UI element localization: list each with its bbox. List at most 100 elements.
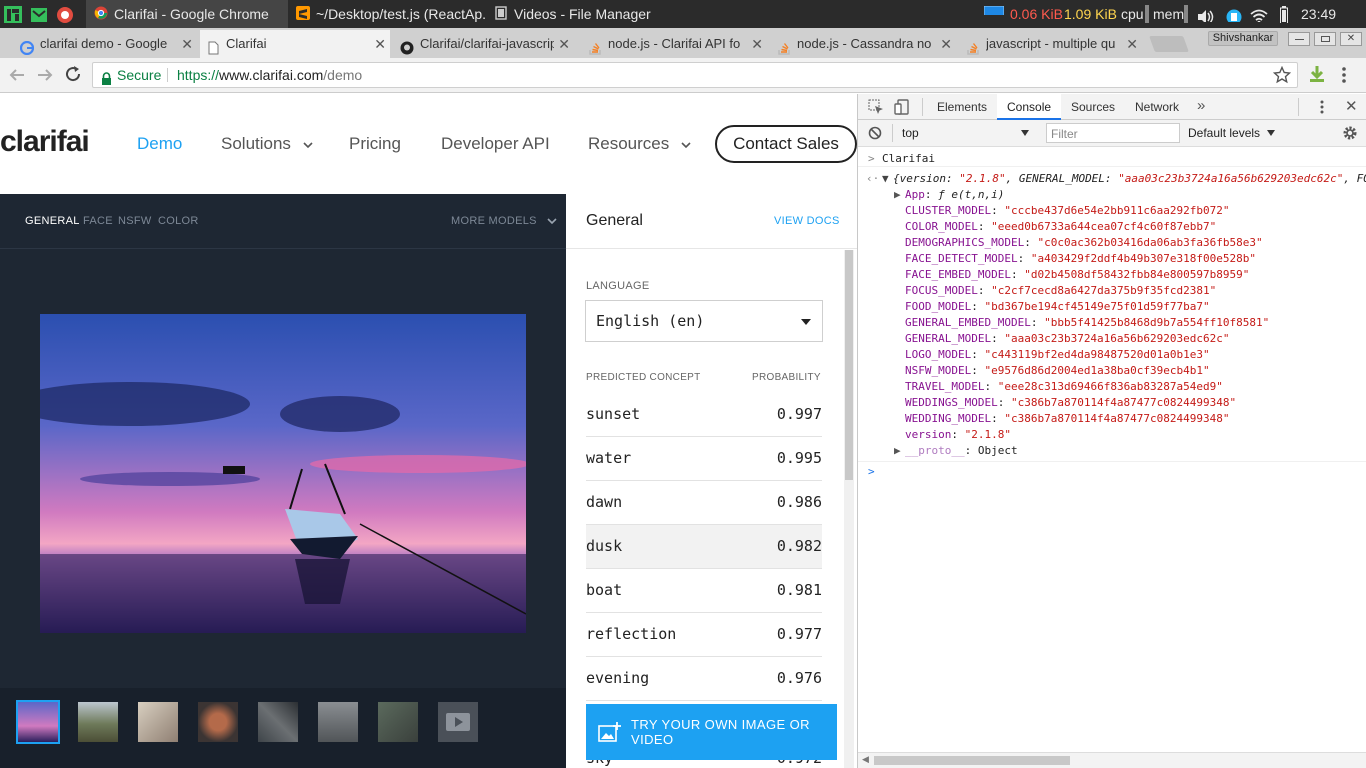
model-tab-color[interactable]: COLOR bbox=[158, 215, 199, 227]
device-toolbar-icon[interactable] bbox=[894, 99, 910, 118]
battery-icon[interactable] bbox=[1280, 5, 1288, 23]
prop-key: FACE_EMBED_MODEL bbox=[905, 268, 1011, 281]
tab-clarifai-github[interactable]: Clarifai/clarifai-javascrip ✕ bbox=[394, 30, 574, 58]
omnibox[interactable]: Secure https://www.clarifai.com/demo bbox=[92, 62, 1298, 88]
thumbnail-aerial[interactable] bbox=[378, 702, 418, 742]
devtools-tab-network[interactable]: Network bbox=[1135, 100, 1179, 114]
taskbar-window-chrome[interactable]: Clarifai - Google Chrome bbox=[86, 0, 288, 28]
forward-button[interactable] bbox=[36, 66, 54, 89]
try-your-own-image-button[interactable]: TRY YOUR OWN IMAGE OR VIDEO bbox=[586, 704, 837, 760]
new-tab-button[interactable] bbox=[1149, 36, 1189, 52]
messages-icon[interactable] bbox=[30, 5, 48, 23]
nav-resources[interactable]: Resources bbox=[588, 134, 692, 154]
back-button[interactable] bbox=[8, 66, 26, 89]
thumbnail-food[interactable] bbox=[198, 702, 238, 742]
more-tabs-icon[interactable]: » bbox=[1197, 97, 1205, 114]
close-tab-icon[interactable]: ✕ bbox=[940, 30, 952, 58]
tab-title: node.js - Clarifai API fo bbox=[608, 36, 741, 51]
close-devtools-icon[interactable]: ✕ bbox=[1345, 97, 1358, 115]
url-text[interactable]: https://www.clarifai.com/demo bbox=[177, 63, 362, 87]
prop-value: "bd367be194cf45149e75f01d59f77ba7" bbox=[984, 300, 1210, 313]
language-select[interactable]: English (en) bbox=[585, 300, 823, 342]
extension-download-icon[interactable] bbox=[1307, 64, 1327, 89]
close-tab-icon[interactable]: ✕ bbox=[751, 30, 763, 58]
console-prompt[interactable]: > bbox=[858, 461, 1366, 481]
thumbnail-street[interactable] bbox=[318, 702, 358, 742]
log-levels-dropdown[interactable]: Default levels bbox=[1188, 126, 1276, 140]
collapse-triangle-icon[interactable]: ▼ bbox=[882, 171, 889, 187]
prop-key: FOOD_MODEL bbox=[905, 300, 972, 313]
model-tab-face[interactable]: FACE bbox=[83, 215, 113, 227]
taskbar-window-file-manager[interactable]: Videos - File Manager bbox=[490, 0, 690, 28]
prop-value: "c0c0ac362b03416da06ab3fa36fb58e3" bbox=[1037, 236, 1263, 249]
bookmark-star-icon[interactable] bbox=[1272, 65, 1292, 91]
concept-probability: 0.982 bbox=[776, 537, 822, 555]
devtools-menu-icon[interactable] bbox=[1320, 99, 1324, 118]
prop-value: "c386b7a870114f4a87477c0824499348" bbox=[1004, 412, 1230, 425]
volume-icon[interactable] bbox=[1196, 6, 1216, 22]
panel-scrollbar-thumb[interactable] bbox=[845, 250, 853, 480]
expand-triangle-icon[interactable]: ▶ bbox=[894, 187, 901, 203]
thumbnail-landscape[interactable] bbox=[78, 702, 118, 742]
horizontal-scrollbar-thumb[interactable] bbox=[874, 756, 1070, 765]
context-selector[interactable]: top bbox=[898, 123, 1034, 143]
close-tab-icon[interactable]: ✕ bbox=[558, 30, 570, 58]
console-settings-gear-icon[interactable] bbox=[1342, 125, 1358, 144]
close-tab-icon[interactable]: ✕ bbox=[1126, 30, 1138, 58]
minimize-window-button[interactable] bbox=[1288, 32, 1310, 46]
tab-javascript-multiple[interactable]: javascript - multiple qu ✕ bbox=[960, 30, 1142, 58]
nav-developer-api[interactable]: Developer API bbox=[441, 134, 550, 154]
panel-scrollbar[interactable] bbox=[844, 250, 854, 768]
devtools-tab-sources[interactable]: Sources bbox=[1071, 100, 1115, 114]
close-tab-icon[interactable]: ✕ bbox=[181, 30, 193, 58]
manjaro-menu-icon[interactable] bbox=[4, 5, 22, 23]
clipboard-icon[interactable] bbox=[1226, 6, 1242, 22]
clarifai-logo[interactable]: clarifai bbox=[0, 125, 90, 159]
tab-clarifai-demo-google[interactable]: clarifai demo - Google ✕ bbox=[14, 30, 197, 58]
chromium-launcher-icon[interactable] bbox=[56, 5, 74, 23]
model-tab-general[interactable]: GENERAL bbox=[25, 215, 80, 227]
clear-console-icon[interactable] bbox=[868, 126, 882, 143]
close-window-button[interactable]: ✕ bbox=[1340, 32, 1362, 46]
thumbnail-video[interactable] bbox=[438, 702, 478, 742]
object-property-app[interactable]: ▶ App: ƒ e(t,n,i) bbox=[858, 187, 1366, 203]
nav-demo[interactable]: Demo bbox=[137, 134, 182, 154]
contact-sales-button[interactable]: Contact Sales bbox=[715, 125, 857, 163]
lock-icon bbox=[101, 68, 112, 92]
devtools-tab-console[interactable]: Console bbox=[997, 94, 1062, 120]
clock[interactable]: 23:49 bbox=[1301, 0, 1336, 28]
close-tab-icon[interactable]: ✕ bbox=[374, 30, 386, 58]
nav-pricing[interactable]: Pricing bbox=[349, 134, 401, 154]
taskbar-window-sublime[interactable]: ~/Desktop/test.js (ReactAp... bbox=[290, 0, 486, 28]
thumbnail-portrait[interactable] bbox=[138, 702, 178, 742]
thumbnail-crowd[interactable] bbox=[258, 702, 298, 742]
view-docs-link[interactable]: VIEW DOCS bbox=[774, 215, 840, 227]
object-property-proto[interactable]: ▶ __proto__: Object bbox=[858, 443, 1366, 459]
devtools-tab-elements[interactable]: Elements bbox=[937, 100, 987, 114]
wifi-icon[interactable] bbox=[1250, 6, 1268, 22]
chrome-menu-button[interactable] bbox=[1341, 66, 1347, 89]
tab-clarifai[interactable]: Clarifai ✕ bbox=[200, 30, 390, 58]
scroll-left-icon[interactable]: ◀ bbox=[862, 754, 869, 765]
memory-monitor[interactable]: mem bbox=[1153, 0, 1184, 28]
model-tabs: GENERAL FACE NSFW COLOR MORE MODELS bbox=[0, 194, 566, 249]
inspect-element-icon[interactable] bbox=[868, 99, 884, 118]
stackoverflow-icon bbox=[966, 37, 980, 55]
console-result-summary[interactable]: ‹· ▼ {version: "2.1.8", GENERAL_MODEL: "… bbox=[858, 171, 1366, 187]
nav-solutions[interactable]: Solutions bbox=[221, 134, 314, 154]
reload-button[interactable] bbox=[64, 65, 82, 88]
language-label: LANGUAGE bbox=[586, 280, 650, 292]
devtools-horizontal-scrollbar[interactable]: ◀ bbox=[858, 752, 1366, 768]
thumbnail-sunset[interactable] bbox=[16, 700, 60, 744]
tab-nodejs-cassandra[interactable]: node.js - Cassandra no ✕ bbox=[771, 30, 956, 58]
language-select-value: English (en) bbox=[596, 312, 705, 330]
more-models-dropdown[interactable]: MORE MODELS bbox=[451, 215, 558, 227]
tab-nodejs-clarifai-api[interactable]: node.js - Clarifai API fo ✕ bbox=[582, 30, 767, 58]
profile-badge[interactable]: Shivshankar bbox=[1208, 31, 1278, 46]
cpu-monitor[interactable]: cpu bbox=[1121, 0, 1144, 28]
console-filter-input[interactable]: Filter bbox=[1046, 123, 1180, 143]
model-tab-nsfw[interactable]: NSFW bbox=[118, 215, 152, 227]
restore-window-button[interactable] bbox=[1314, 32, 1336, 46]
expand-triangle-icon[interactable]: ▶ bbox=[894, 443, 901, 459]
predictions-header: General VIEW DOCS bbox=[566, 194, 857, 249]
